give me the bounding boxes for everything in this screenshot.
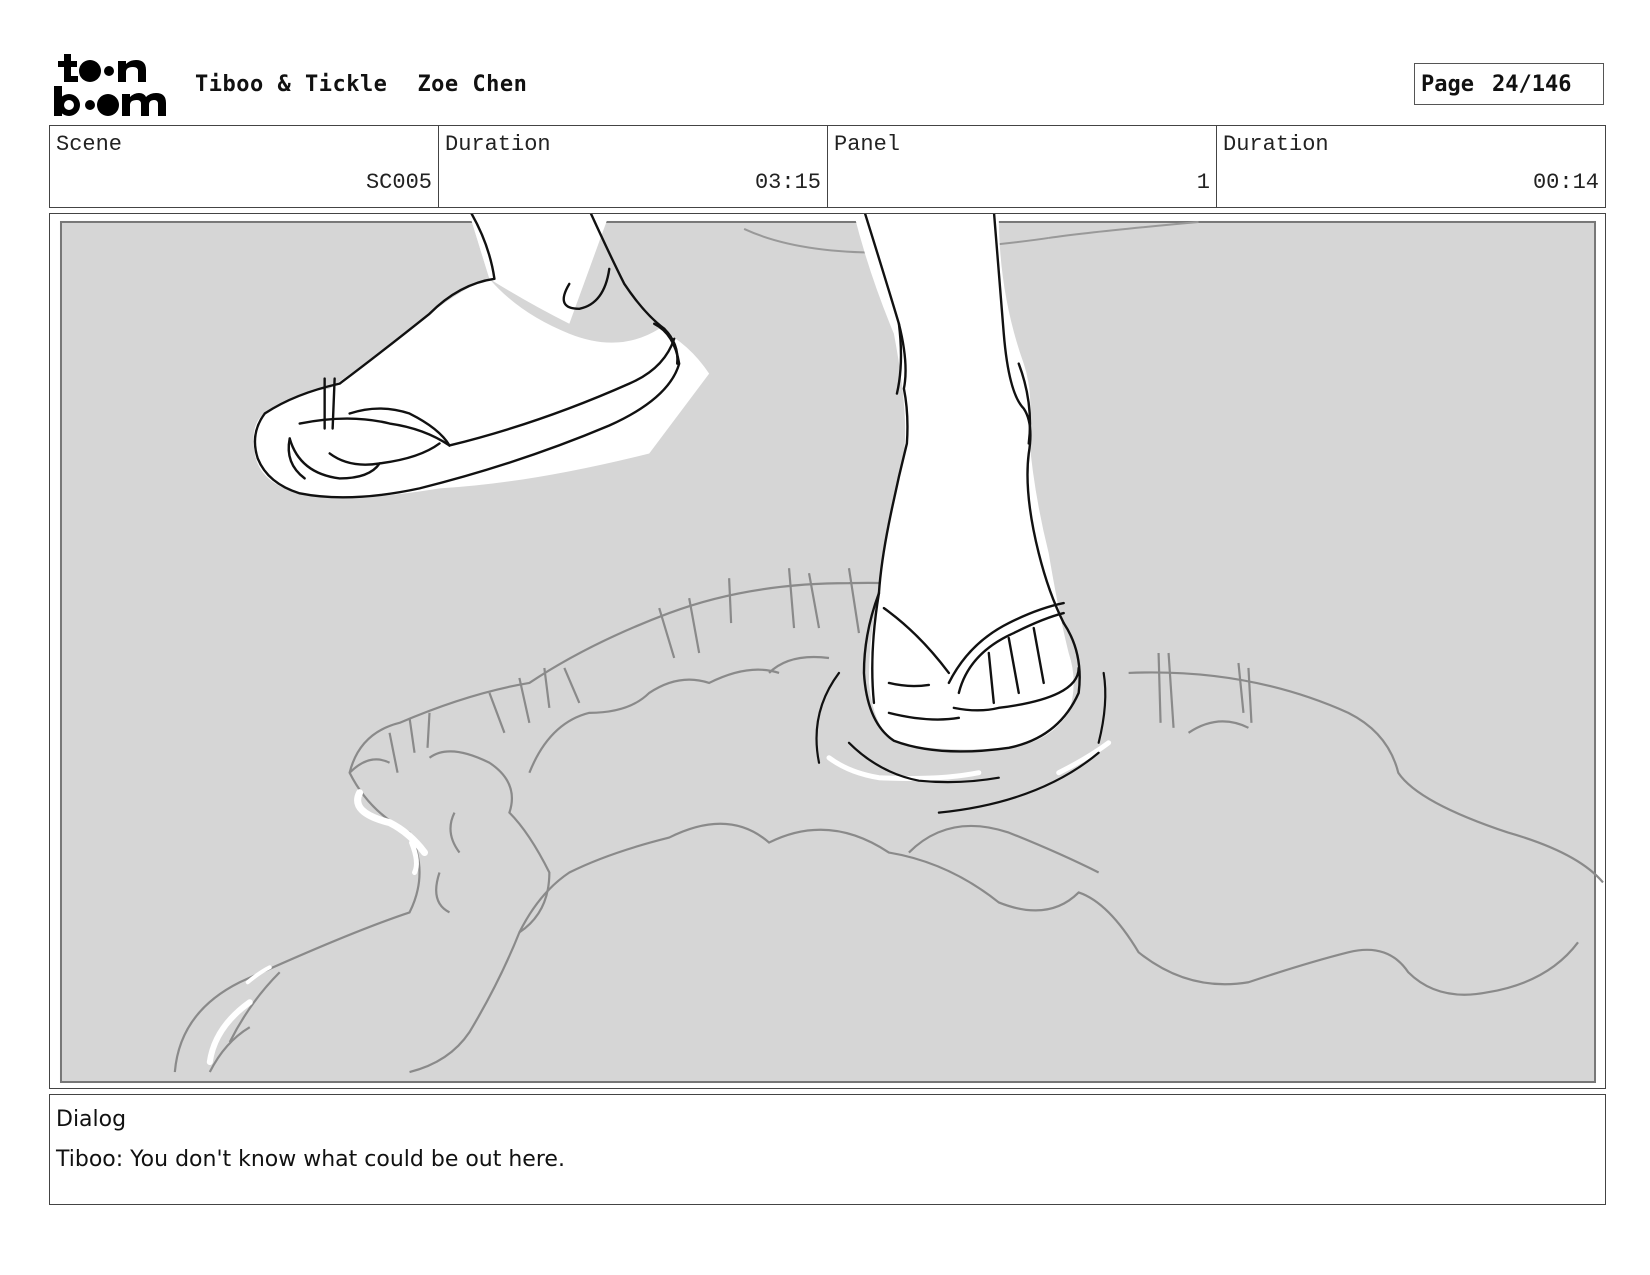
page-label: Page <box>1421 71 1474 97</box>
panel-duration-value: 00:14 <box>1532 170 1599 195</box>
page-number: 24/146 <box>1491 71 1572 97</box>
header-title: Tiboo & Tickle Zoe Chen <box>195 72 527 97</box>
dialog-text: Tiboo: You don't know what could be out … <box>56 1147 565 1172</box>
scene-info-row: Scene SC005 Duration 03:15 Panel 1 Durat… <box>49 125 1606 208</box>
panel-duration-label: Duration <box>1223 132 1329 157</box>
panel-cell: Panel 1 <box>828 126 1217 207</box>
scene-duration-label: Duration <box>445 132 551 157</box>
storyboard-panel <box>49 213 1606 1089</box>
artist-name: Zoe Chen <box>417 72 528 97</box>
panel-sketch <box>59 214 1604 1084</box>
panel-background <box>59 220 1597 1084</box>
dialog-label: Dialog <box>56 1107 127 1132</box>
page-indicator: Page 24/146 <box>1414 63 1604 105</box>
scene-cell: Scene SC005 <box>50 126 439 207</box>
scene-value: SC005 <box>365 170 432 195</box>
toon-boom-logo <box>54 54 166 116</box>
dialog-box: Dialog Tiboo: You don't know what could … <box>49 1094 1606 1205</box>
scene-duration-value: 03:15 <box>754 170 821 195</box>
scene-duration-cell: Duration 03:15 <box>439 126 828 207</box>
scene-label: Scene <box>56 132 123 157</box>
panel-duration-cell: Duration 00:14 <box>1217 126 1605 207</box>
project-name: Tiboo & Tickle <box>195 72 388 97</box>
panel-label: Panel <box>834 132 901 157</box>
panel-value: 1 <box>1196 170 1210 195</box>
